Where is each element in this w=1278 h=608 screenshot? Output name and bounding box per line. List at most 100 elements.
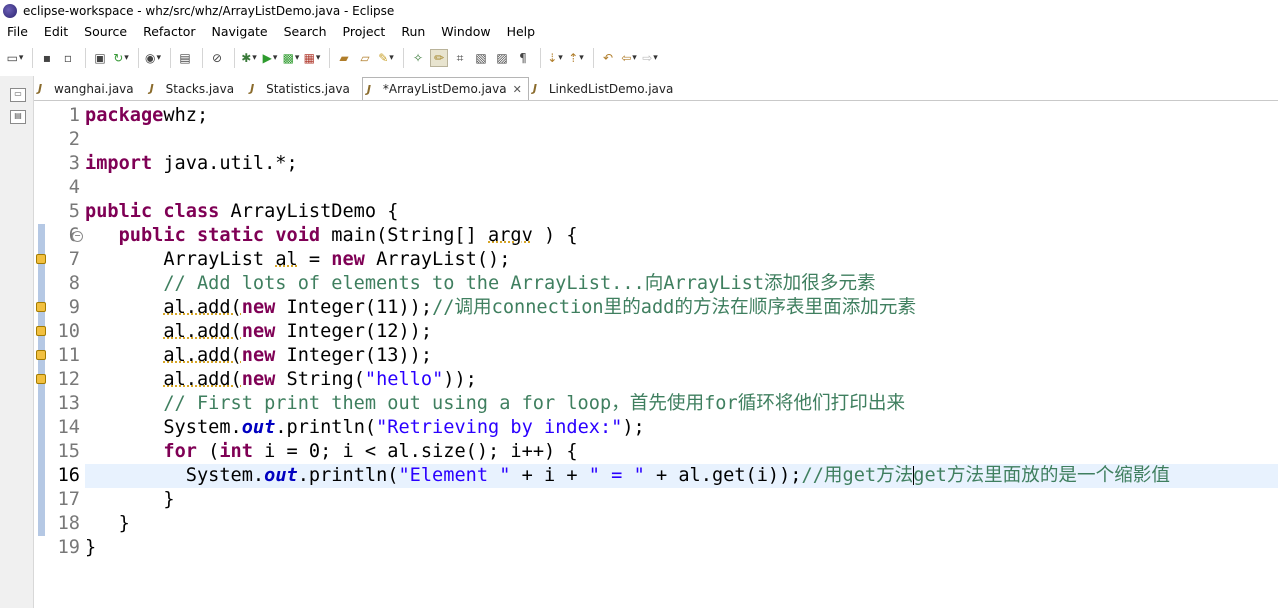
change-marker — [38, 272, 45, 296]
code-token: ArrayListDemo { — [219, 201, 399, 222]
menu-refactor[interactable]: Refactor — [135, 24, 203, 39]
code-token: out — [264, 465, 298, 486]
editor-tab[interactable]: J Statistics.java — [246, 77, 362, 100]
refresh-icon[interactable]: ↻ — [112, 49, 130, 67]
code-line[interactable]: } — [85, 488, 1278, 512]
mark-occurrences-icon[interactable]: ✏ — [430, 49, 448, 67]
code-token: Integer(12)); — [275, 321, 433, 342]
code-line[interactable]: public static void main(String[] argv ) … — [85, 224, 1278, 248]
menu-source[interactable]: Source — [76, 24, 135, 39]
code-token: + al.get(i)); — [644, 465, 802, 486]
block-selection-icon[interactable]: ⌗ — [451, 49, 469, 67]
coverage-icon[interactable]: ▩ — [282, 49, 300, 67]
external-tools-icon[interactable]: ▦ — [303, 49, 321, 67]
code-line[interactable]: import java.util.*; — [85, 152, 1278, 176]
editor-tab[interactable]: J Stacks.java — [146, 77, 246, 100]
code-area[interactable]: packagewhz; import java.util.*; public cla… — [85, 104, 1278, 560]
menu-window[interactable]: Window — [433, 24, 498, 39]
search-icon[interactable]: ✎ — [377, 49, 395, 67]
paragraph-icon[interactable]: ¶ — [514, 49, 532, 67]
annotation-icon[interactable]: ✧ — [409, 49, 427, 67]
editor-tab[interactable]: J LinkedListDemo.java — [529, 77, 686, 100]
code-token: ); — [622, 417, 645, 438]
menu-edit[interactable]: Edit — [36, 24, 76, 39]
keyword: package — [85, 105, 164, 126]
skip-breakpoints-icon[interactable]: ⊘ — [208, 49, 226, 67]
code-line[interactable]: public class ArrayListDemo { — [85, 200, 1278, 224]
code-line[interactable]: al.add(new Integer(13)); — [85, 344, 1278, 368]
menu-project[interactable]: Project — [335, 24, 394, 39]
code-line[interactable]: // First print them out using a for loop… — [85, 392, 1278, 416]
menu-run[interactable]: Run — [393, 24, 433, 39]
code-line[interactable]: al.add(new String("hello")); — [85, 368, 1278, 392]
code-token: System. — [85, 417, 242, 438]
code-editor[interactable]: 12345678910111213141516171819 packagewhz… — [34, 101, 1278, 608]
warning-icon[interactable] — [36, 326, 46, 336]
code-token: .println( — [275, 417, 377, 438]
debug-run-icon[interactable]: ✱ — [240, 49, 258, 67]
menu-navigate[interactable]: Navigate — [204, 24, 276, 39]
build-icon[interactable]: ▣ — [91, 49, 109, 67]
new-icon[interactable]: ▭ — [6, 49, 24, 67]
code-token: i = 0; i < al.size(); i++) { — [252, 441, 578, 462]
prev-annotation-icon[interactable]: ⇡ — [567, 49, 585, 67]
editor-tab[interactable]: J *ArrayListDemo.java ✕ — [361, 77, 529, 100]
code-line[interactable] — [85, 176, 1278, 200]
tab-label: wanghai.java — [54, 81, 134, 96]
forward-icon[interactable]: ⇨ — [641, 49, 659, 67]
line-number: 12 — [57, 369, 80, 390]
keyword: new — [241, 369, 276, 390]
debug-icon[interactable]: ◉ — [144, 49, 162, 67]
menu-file[interactable]: File — [0, 24, 36, 39]
code-line[interactable]: System.out.println("Retrieving by index:… — [85, 416, 1278, 440]
last-edit-icon[interactable]: ↶ — [599, 49, 617, 67]
code-token: Integer(11)); — [275, 297, 433, 318]
code-line[interactable]: ArrayList al = new ArrayList(); — [85, 248, 1278, 272]
show-whitespace-icon[interactable]: ▧ — [472, 49, 490, 67]
comment: get方法里面放的是一个缩影值 — [913, 465, 1170, 486]
save-all-icon[interactable]: ▫ — [59, 49, 77, 67]
code-token: System. — [85, 465, 265, 486]
java-file-icon: J — [38, 82, 43, 95]
comment: // Add lots of elements to the ArrayList… — [85, 273, 876, 294]
restore-icon[interactable]: ▭ — [10, 88, 26, 102]
toolbar: ▭ ▪ ▫ ▣ ↻ ◉ ▤ ⊘ ✱ ▶ ▩ ▦ ▰ ▱ ✎ ✧ ✏ ⌗ ▧ ▨ … — [0, 42, 1278, 74]
formatting-icon[interactable]: ▨ — [493, 49, 511, 67]
warning-icon[interactable] — [36, 302, 46, 312]
warning-icon[interactable] — [36, 374, 46, 384]
close-icon[interactable]: ✕ — [513, 83, 522, 96]
back-icon[interactable]: ⇦ — [620, 49, 638, 67]
code-line[interactable]: // Add lots of elements to the ArrayList… — [85, 272, 1278, 296]
save-icon[interactable]: ▪ — [38, 49, 56, 67]
display-icon[interactable]: ▤ — [176, 49, 194, 67]
open-task-icon[interactable]: ▱ — [356, 49, 374, 67]
menu-search[interactable]: Search — [276, 24, 335, 39]
fold-collapse-icon[interactable]: − — [72, 231, 83, 242]
warning-icon[interactable] — [36, 254, 46, 264]
code-line[interactable]: al.add(new Integer(11));//调用connection里的… — [85, 296, 1278, 320]
string-literal: " = " — [588, 465, 645, 486]
menu-help[interactable]: Help — [499, 24, 544, 39]
change-marker — [38, 464, 45, 488]
code-line[interactable]: System.out.println("Element " + i + " = … — [85, 464, 1278, 488]
keyword: public static void — [118, 225, 321, 246]
code-token: al.add( — [163, 345, 242, 366]
code-line[interactable] — [85, 128, 1278, 152]
editor-tab[interactable]: Jwanghai.java — [34, 77, 146, 100]
change-marker — [38, 440, 45, 464]
code-line[interactable]: packagewhz; — [85, 104, 1278, 128]
run-icon[interactable]: ▶ — [261, 49, 279, 67]
code-line[interactable]: } — [85, 512, 1278, 536]
code-line[interactable]: al.add(new Integer(12)); — [85, 320, 1278, 344]
package-explorer-icon[interactable]: ▤ — [10, 110, 26, 124]
next-annotation-icon[interactable]: ⇣ — [546, 49, 564, 67]
warning-icon[interactable] — [36, 350, 46, 360]
open-type-icon[interactable]: ▰ — [335, 49, 353, 67]
code-line[interactable]: } — [85, 536, 1278, 560]
code-token: al.add( — [163, 321, 242, 342]
code-token: Integer(13)); — [275, 345, 433, 366]
code-line[interactable]: for (int i = 0; i < al.size(); i++) { — [85, 440, 1278, 464]
change-marker — [38, 392, 45, 416]
